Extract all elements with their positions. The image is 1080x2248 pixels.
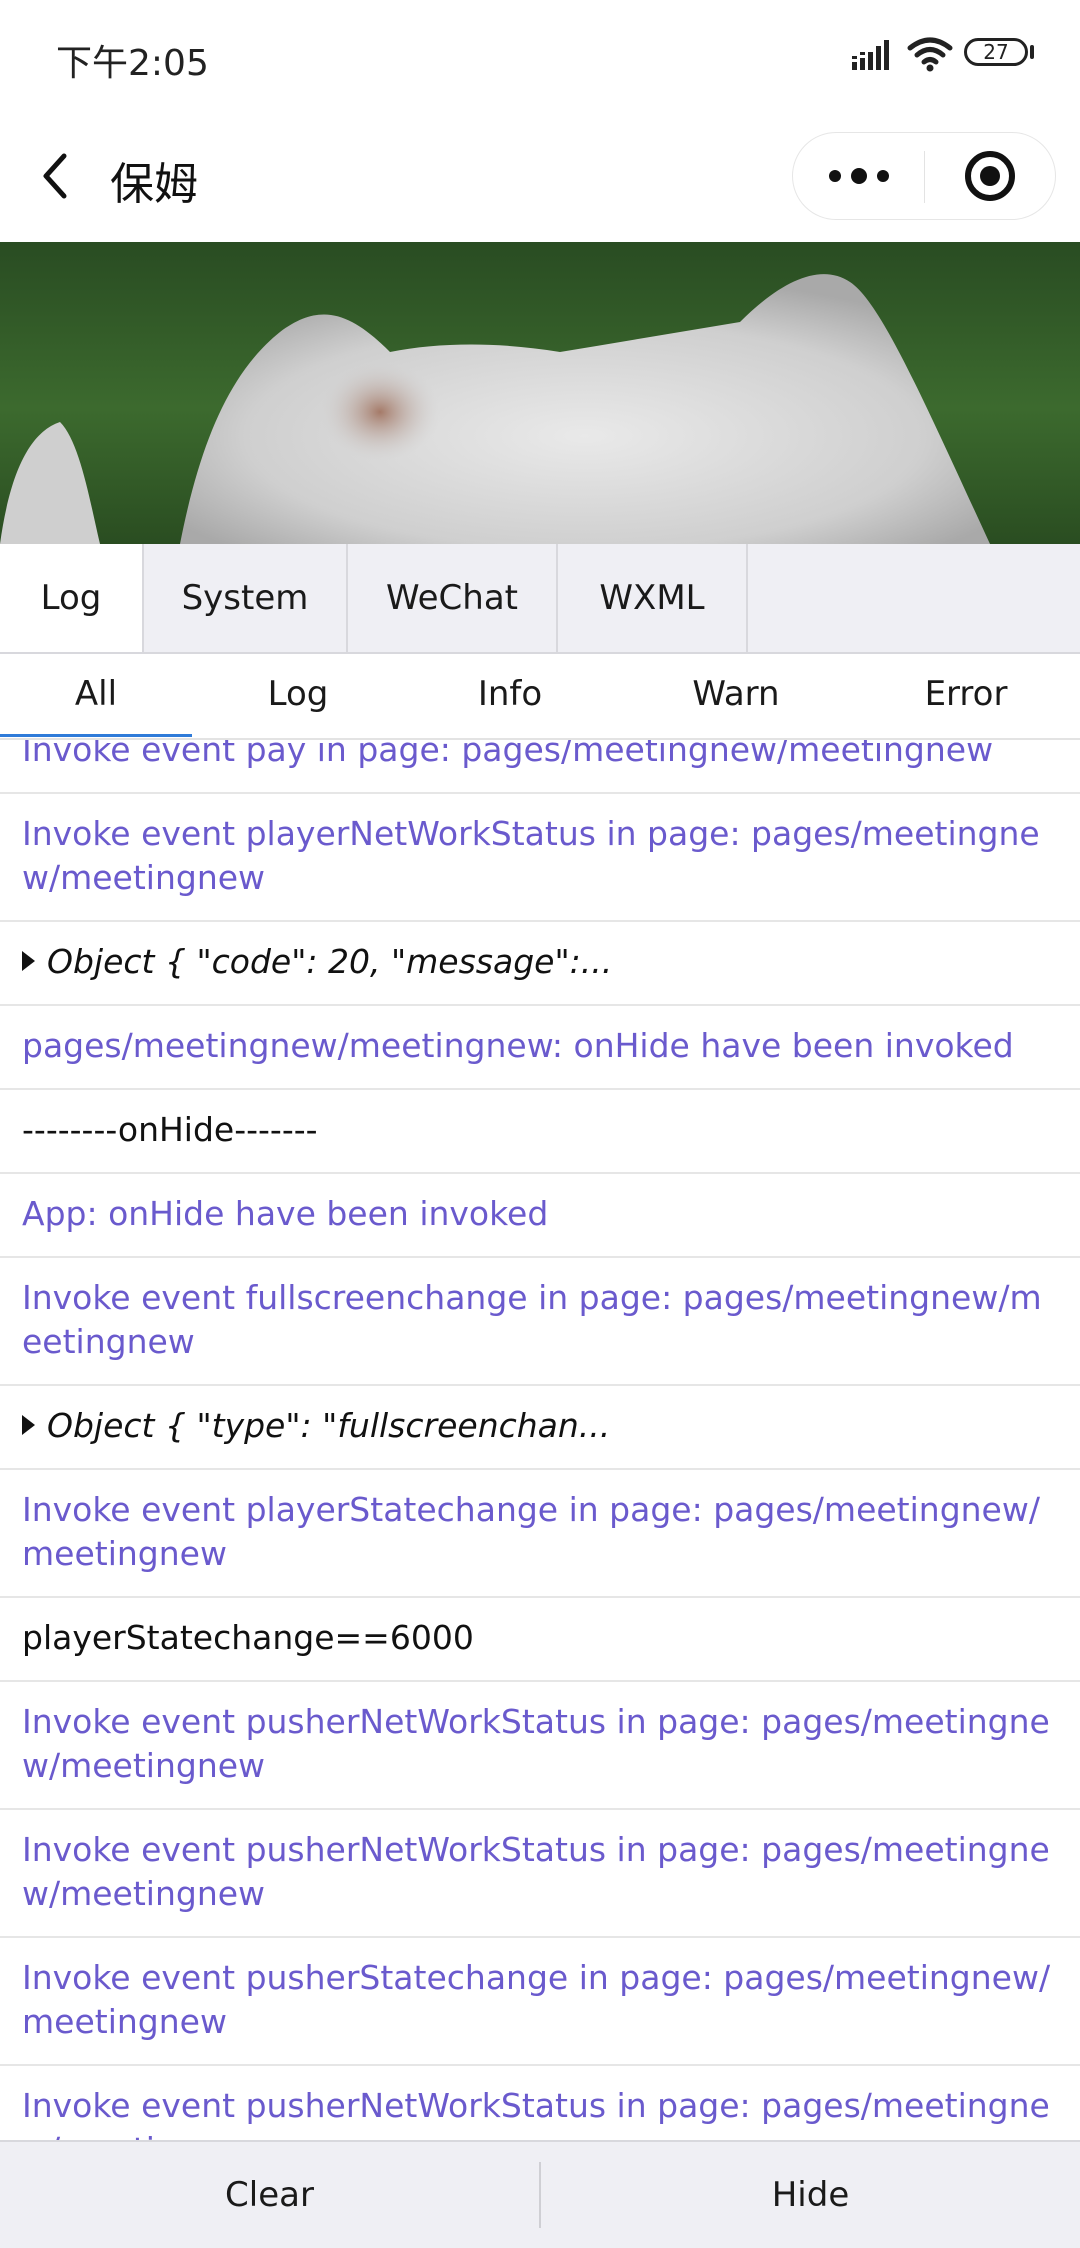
log-row: Invoke event playerNetWorkStatus in page… xyxy=(0,794,1080,922)
filter-all[interactable]: All xyxy=(0,654,192,738)
log-row: playerStatechange==6000 xyxy=(0,1598,1080,1682)
log-text: App: onHide have been invoked xyxy=(22,1194,549,1233)
back-arrow-icon xyxy=(43,153,67,199)
log-row: Invoke event pusherNetWorkStatus in page… xyxy=(0,1810,1080,1938)
signal-icon xyxy=(852,40,889,70)
status-icons: 27 xyxy=(850,30,1080,80)
log-text: --------onHide------- xyxy=(22,1110,318,1149)
active-filter-indicator xyxy=(0,734,192,737)
log-row: Invoke event pusherStatechange in page: … xyxy=(0,1938,1080,2066)
log-text: Invoke event pusherNetWorkStatus in page… xyxy=(22,2086,1050,2140)
log-text: Invoke event pusherNetWorkStatus in page… xyxy=(22,1830,1050,1913)
hero-image xyxy=(0,242,1080,544)
log-text: Invoke event pusherStatechange in page: … xyxy=(22,1958,1051,2041)
log-list[interactable]: Invoke event pay in page: pages/meetingn… xyxy=(0,740,1080,2140)
tab-wxml[interactable]: WXML xyxy=(558,544,748,652)
filter-warn[interactable]: Warn xyxy=(640,654,832,738)
tab-log[interactable]: Log xyxy=(0,544,144,652)
expand-triangle-icon[interactable] xyxy=(22,1414,35,1435)
record-target-icon xyxy=(965,151,1015,201)
status-time: 下午2:05 xyxy=(56,43,209,84)
expand-triangle-icon[interactable] xyxy=(22,950,35,971)
log-row: Invoke event pusherNetWorkStatus in page… xyxy=(0,1682,1080,1810)
log-row: App: onHide have been invoked xyxy=(0,1174,1080,1258)
log-object-row[interactable]: Object { "type": "fullscreenchan... xyxy=(0,1386,1080,1470)
bottom-bar: Clear Hide xyxy=(0,2140,1080,2248)
log-text: Invoke event playerNetWorkStatus in page… xyxy=(22,814,1040,897)
log-items: Invoke event pay in page: pages/meetingn… xyxy=(0,740,1080,2140)
hide-button[interactable]: Hide xyxy=(541,2142,1080,2248)
log-text: Invoke event pusherNetWorkStatus in page… xyxy=(22,1702,1050,1785)
debug-tabs: Log System WeChat WXML xyxy=(0,544,1080,654)
log-text: Invoke event fullscreenchange in page: p… xyxy=(22,1278,1042,1361)
log-row: Invoke event pusherNetWorkStatus in page… xyxy=(0,2066,1080,2140)
log-row: Invoke event fullscreenchange in page: p… xyxy=(0,1258,1080,1386)
clear-button[interactable]: Clear xyxy=(0,2142,539,2248)
log-text: pages/meetingnew/meetingnew: onHide have… xyxy=(22,1026,1014,1065)
log-text: Invoke event pay in page: pages/meetingn… xyxy=(22,740,994,769)
record-button[interactable] xyxy=(925,133,1055,219)
log-filters: All Log Info Warn Error xyxy=(0,654,1080,740)
filter-log[interactable]: Log xyxy=(202,654,394,738)
log-text: Invoke event playerStatechange in page: … xyxy=(22,1490,1040,1573)
log-text: Object { "code": 20, "message":... xyxy=(47,942,613,981)
battery-icon: 27 xyxy=(964,38,1028,66)
nav-bar: 保姆 xyxy=(0,112,1080,242)
cat-photo xyxy=(0,274,990,544)
wifi-icon xyxy=(907,37,953,72)
battery-level: 27 xyxy=(983,40,1009,64)
more-dots-icon xyxy=(829,168,889,184)
more-button[interactable] xyxy=(793,133,924,219)
filter-error[interactable]: Error xyxy=(870,654,1062,738)
tab-system[interactable]: System xyxy=(144,544,348,652)
log-text: Object { "type": "fullscreenchan... xyxy=(47,1406,611,1445)
status-bar: 下午2:05 27 xyxy=(0,0,1080,112)
log-row: --------onHide------- xyxy=(0,1090,1080,1174)
tab-wechat[interactable]: WeChat xyxy=(348,544,558,652)
back-button[interactable] xyxy=(30,148,86,204)
battery-tip xyxy=(1030,45,1034,59)
log-row: pages/meetingnew/meetingnew: onHide have… xyxy=(0,1006,1080,1090)
log-object-row[interactable]: Object { "code": 20, "message":... xyxy=(0,922,1080,1006)
filter-info[interactable]: Info xyxy=(414,654,606,738)
log-row: Invoke event playerStatechange in page: … xyxy=(0,1470,1080,1598)
capsule-menu xyxy=(792,132,1056,220)
page-title: 保姆 xyxy=(110,159,198,210)
log-text: playerStatechange==6000 xyxy=(22,1618,474,1657)
log-row: Invoke event pay in page: pages/meetingn… xyxy=(0,740,1080,794)
